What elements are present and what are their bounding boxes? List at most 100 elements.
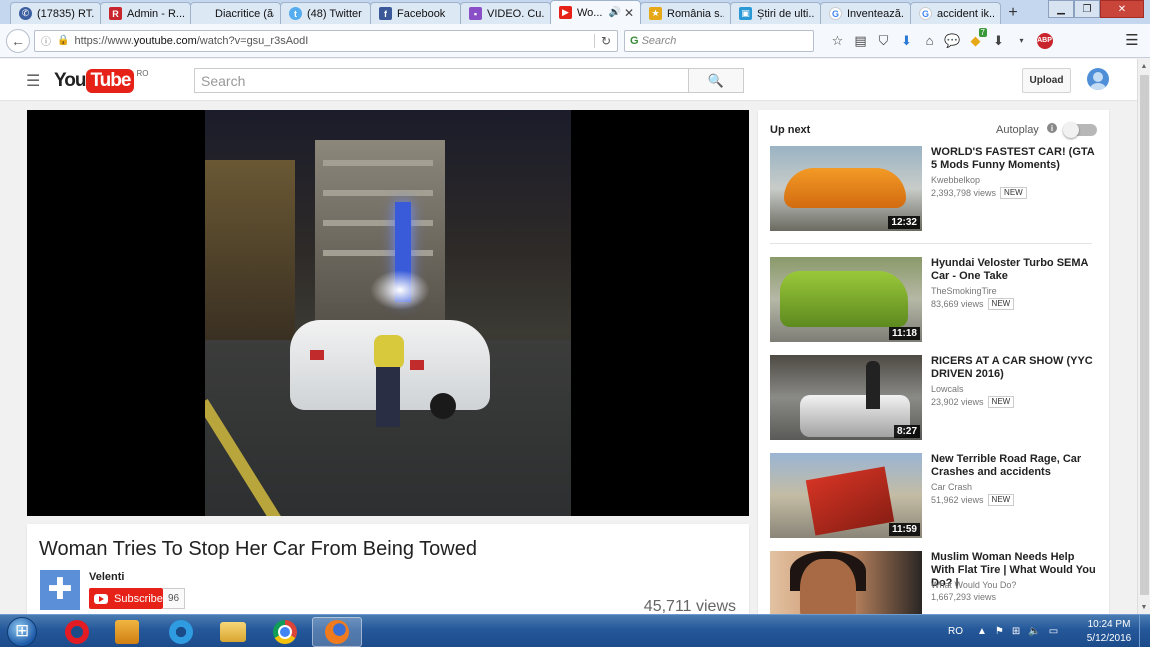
maximize-icon[interactable]: ❐ [1074,0,1100,18]
internet-explorer-icon[interactable] [156,617,206,647]
chrome-icon[interactable] [260,617,310,647]
list-item[interactable]: Muslim Woman Needs Help With Flat Tire |… [770,551,1100,614]
browser-tab-4[interactable]: f Facebook [370,2,461,24]
search-button[interactable]: 🔍 [688,68,744,93]
pocket-icon[interactable]: ⛉ [872,30,895,52]
upload-button[interactable]: Upload [1022,68,1071,93]
window-close-icon[interactable]: ✕ [1100,0,1144,18]
close-icon[interactable]: ✕ [624,6,634,20]
download-arrow-icon[interactable]: ⬇ [895,30,918,52]
person [370,335,410,430]
video-thumbnail[interactable]: 11:59 [770,453,922,538]
flag-icon[interactable]: ⚑ [995,626,1004,637]
related-video-title[interactable]: New Terrible Road Rage, Car Crashes and … [931,453,1099,479]
browser-tab-5[interactable]: ▪ VIDEO. Cu... [460,2,551,24]
avatar[interactable] [1087,68,1109,90]
browser-tab-8[interactable]: ▣ Știri de ulti... [730,2,821,24]
addon-badge: 7 [978,27,987,37]
browser-tab-active[interactable]: ▶ Wo... 🔊 ✕ [550,0,641,24]
windows-update-icon[interactable]: ⊞ [1012,626,1020,637]
video-player[interactable] [27,110,749,516]
browser-tab-0[interactable]: ✆ (17835) RT... [10,2,101,24]
info-icon[interactable]: i [1047,123,1057,133]
r-icon: R [109,7,122,20]
start-button[interactable] [3,615,41,647]
list-item[interactable]: 12:32 WORLD'S FASTEST CAR! (GTA 5 Mods F… [770,146,1100,232]
scrollbar-thumb[interactable] [1140,75,1149,595]
browser-tab-9[interactable]: G Inventează... [820,2,911,24]
address-bar[interactable]: ⓘ 🔒 https://www.youtube.com/watch?v=gsu_… [34,29,618,52]
home-icon[interactable]: ⌂ [918,30,941,52]
language-indicator[interactable]: RO [948,626,963,637]
channel-avatar[interactable]: ✚ [40,570,80,610]
browser-search-box[interactable]: G Search [624,29,814,52]
scroll-down-icon[interactable]: ▼ [1138,600,1150,614]
back-arrow-icon[interactable]: ← [6,28,30,53]
tab-label: accident ik... [937,7,994,20]
chevron-down-icon[interactable]: ▾ [1010,30,1033,52]
list-item[interactable]: 11:59 New Terrible Road Rage, Car Crashe… [770,453,1100,539]
video-thumbnail[interactable]: 11:18 [770,257,922,342]
related-video-title[interactable]: RICERS AT A CAR SHOW (YYC DRIVEN 2016) [931,355,1099,381]
video-thumbnail[interactable]: 12:32 [770,146,922,231]
channel-name[interactable]: Velenti [89,571,124,583]
new-tab-button[interactable]: + [1000,2,1026,24]
clipboard-icon[interactable]: ▤ [849,30,872,52]
tray-chevron-up-icon[interactable]: ▲ [977,626,987,637]
browser-tab-1[interactable]: R Admin - R... [100,2,191,24]
google-icon: G [919,7,932,20]
lock-icon[interactable]: 🔒 [57,35,69,46]
related-video-title[interactable]: WORLD'S FASTEST CAR! (GTA 5 Mods Funny M… [931,146,1099,172]
network-icon[interactable]: ▭ [1049,626,1058,637]
divider [770,243,1092,244]
duration-badge: 11:18 [888,327,920,340]
media-player-icon[interactable] [102,617,152,647]
subscriber-count: 96 [163,588,185,609]
related-video-title[interactable]: Hyundai Veloster Turbo SEMA Car - One Ta… [931,257,1099,283]
video-thumbnail[interactable]: 8:27 [770,355,922,440]
bookmark-star-icon[interactable]: ☆ [826,30,849,52]
autoplay-toggle[interactable] [1063,122,1097,138]
minimize-icon[interactable]: ▁ [1048,0,1074,18]
scroll-up-icon[interactable]: ▲ [1138,59,1150,73]
list-item[interactable]: 11:18 Hyundai Veloster Turbo SEMA Car - … [770,257,1100,343]
speaker-icon[interactable]: 🔊 [608,7,620,18]
tab-label: Știri de ulti... [757,7,814,20]
url-text[interactable]: https://www.youtube.com/watch?v=gsu_r3sA… [74,35,593,47]
window-controls: ▁ ❐ ✕ [1048,0,1144,18]
downloads-icon[interactable]: ⬇ [987,30,1010,52]
youtube-masthead: ☰ You Tube RO Search 🔍 Upload [0,59,1137,101]
youtube-logo[interactable]: You Tube RO [54,69,148,93]
subscribe-button[interactable]: Subscribe [89,588,163,609]
tab-label: România s... [667,7,724,20]
folder-icon[interactable] [208,617,258,647]
system-clock[interactable]: 10:24 PM 5/12/2016 [1084,618,1134,646]
show-desktop-button[interactable] [1139,615,1150,647]
page-scrollbar[interactable]: ▲ ▼ [1137,59,1150,614]
firefox-icon[interactable] [312,617,362,647]
search-input[interactable]: Search [194,68,688,93]
list-item[interactable]: 8:27 RICERS AT A CAR SHOW (YYC DRIVEN 20… [770,355,1100,441]
tab-label: (48) Twitter [307,7,362,20]
adblock-icon[interactable]: ABP [1033,30,1056,52]
video-thumbnail[interactable] [770,551,922,614]
related-video-views: 2,393,798 views NEW [931,187,1027,199]
guide-menu-icon[interactable]: ☰ [26,71,40,91]
chat-bubble-icon[interactable]: 💬 [941,30,964,52]
browser-tab-3[interactable]: t (48) Twitter [280,2,371,24]
browser-tab-2[interactable]: Diacritice (ăâîșț... [190,2,281,24]
volume-icon[interactable]: 🔈 [1028,626,1040,637]
new-badge: NEW [987,494,1015,506]
opera-icon[interactable] [52,617,102,647]
browser-tab-10[interactable]: G accident ik... [910,2,1001,24]
flag-icon: ★ [649,7,662,20]
menu-icon[interactable]: ☰ [1122,30,1142,50]
search-icon: 🔍 [707,72,725,88]
tab-label: (17835) RT... [37,7,94,20]
addon-icon[interactable]: ◆ 7 [964,27,987,52]
search-engine-icon[interactable]: G [630,35,639,47]
reload-icon[interactable]: ↻ [593,33,611,48]
search-placeholder: Search [201,73,246,89]
info-icon[interactable]: ⓘ [41,33,51,48]
browser-tab-7[interactable]: ★ România s... [640,2,731,24]
